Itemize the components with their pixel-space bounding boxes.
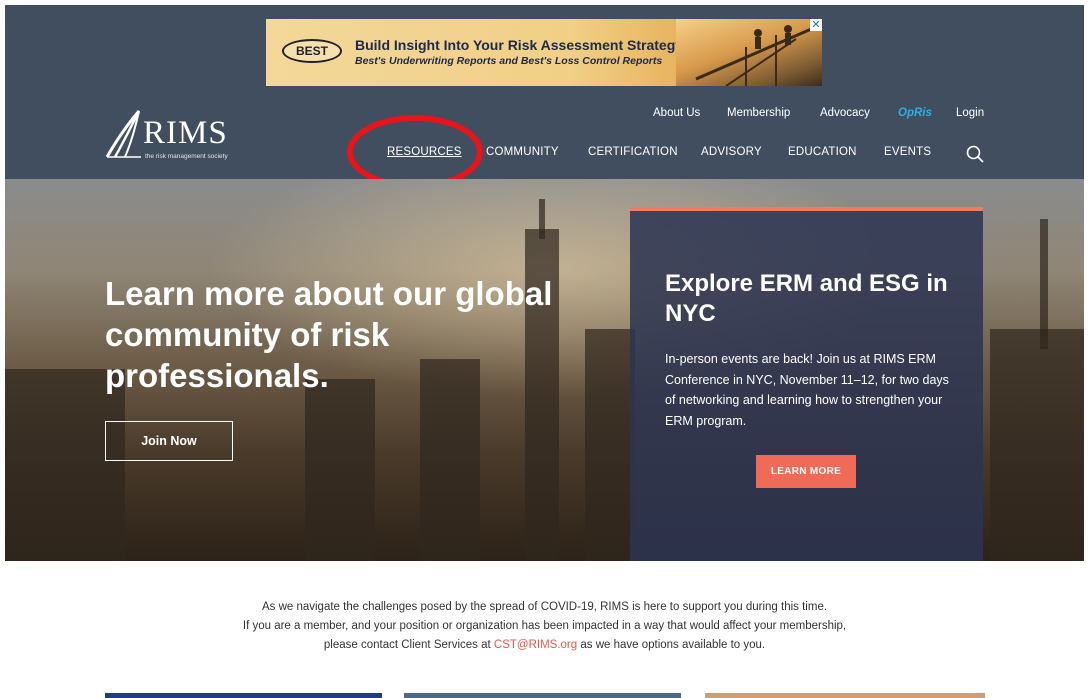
nav-advocacy[interactable]: Advocacy xyxy=(820,107,870,119)
client-services-email-link[interactable]: CST@RIMS.org xyxy=(494,639,577,651)
ad-subtitle: Best's Underwriting Reports and Best's L… xyxy=(355,55,663,67)
site-header: BEST Build Insight Into Your Risk Assess… xyxy=(5,5,1084,189)
nav-login[interactable]: Login xyxy=(956,107,984,119)
building-spire xyxy=(539,199,545,239)
search-icon[interactable] xyxy=(966,145,984,163)
nav-certification[interactable]: CERTIFICATION xyxy=(588,146,678,158)
nav-about-us[interactable]: About Us xyxy=(653,107,700,119)
hero-headline: Learn more about our global community of… xyxy=(105,275,553,394)
building-silhouette xyxy=(5,369,125,561)
nav-membership[interactable]: Membership xyxy=(727,107,790,119)
ad-close-icon[interactable]: ✕ xyxy=(810,19,822,31)
highlight-circle-annotation xyxy=(347,115,483,189)
building-silhouette xyxy=(585,329,635,561)
building-spire xyxy=(1040,219,1048,349)
rims-wordmark: RIMS xyxy=(143,115,228,151)
nav-advisory[interactable]: ADVISORY xyxy=(701,146,762,158)
notice-line-3: please contact Client Services at CST@RI… xyxy=(5,636,1084,655)
feature-tile-1[interactable] xyxy=(105,693,382,698)
nav-education[interactable]: EDUCATION xyxy=(788,146,857,158)
promo-card-title: Explore ERM and ESG in NYC xyxy=(665,270,948,327)
nav-community[interactable]: COMMUNITY xyxy=(486,146,559,158)
rims-logo[interactable]: RIMS the risk management society xyxy=(105,109,245,165)
notice-line-3-start: please contact Client Services at xyxy=(323,639,494,651)
hero-section: Learn more about our global community of… xyxy=(5,179,1084,561)
nav-opis[interactable]: OpRis xyxy=(898,107,932,119)
covid-notice: As we navigate the challenges posed by t… xyxy=(5,598,1084,655)
feature-tile-3[interactable] xyxy=(705,693,985,698)
feature-tile-2[interactable] xyxy=(404,693,681,698)
nav-events[interactable]: EVENTS xyxy=(884,146,931,158)
notice-line-1: As we navigate the challenges posed by t… xyxy=(261,601,828,613)
ad-construction-image xyxy=(676,19,822,86)
ad-title: Build Insight Into Your Risk Assessment … xyxy=(355,37,684,53)
construction-workers-image xyxy=(695,25,817,86)
notice-line-3-end: as we have options available to you. xyxy=(577,639,766,651)
join-now-button[interactable]: Join Now xyxy=(105,421,233,461)
rims-swoosh-icon xyxy=(105,110,141,158)
promo-card: Explore ERM and ESG in NYC In-person eve… xyxy=(630,207,983,561)
browser-page: BEST Build Insight Into Your Risk Assess… xyxy=(5,5,1084,698)
building-silhouette xyxy=(305,379,375,561)
learn-more-button[interactable]: LEARN MORE xyxy=(756,455,856,488)
building-silhouette xyxy=(990,329,1084,561)
notice-line-2: If you are a member, and your position o… xyxy=(242,620,847,632)
best-logo: BEST xyxy=(282,39,342,63)
promo-card-text: In-person events are back! Join us at RI… xyxy=(665,352,949,428)
rims-tagline: the risk management society xyxy=(145,153,228,160)
ad-banner[interactable]: BEST Build Insight Into Your Risk Assess… xyxy=(266,19,822,86)
